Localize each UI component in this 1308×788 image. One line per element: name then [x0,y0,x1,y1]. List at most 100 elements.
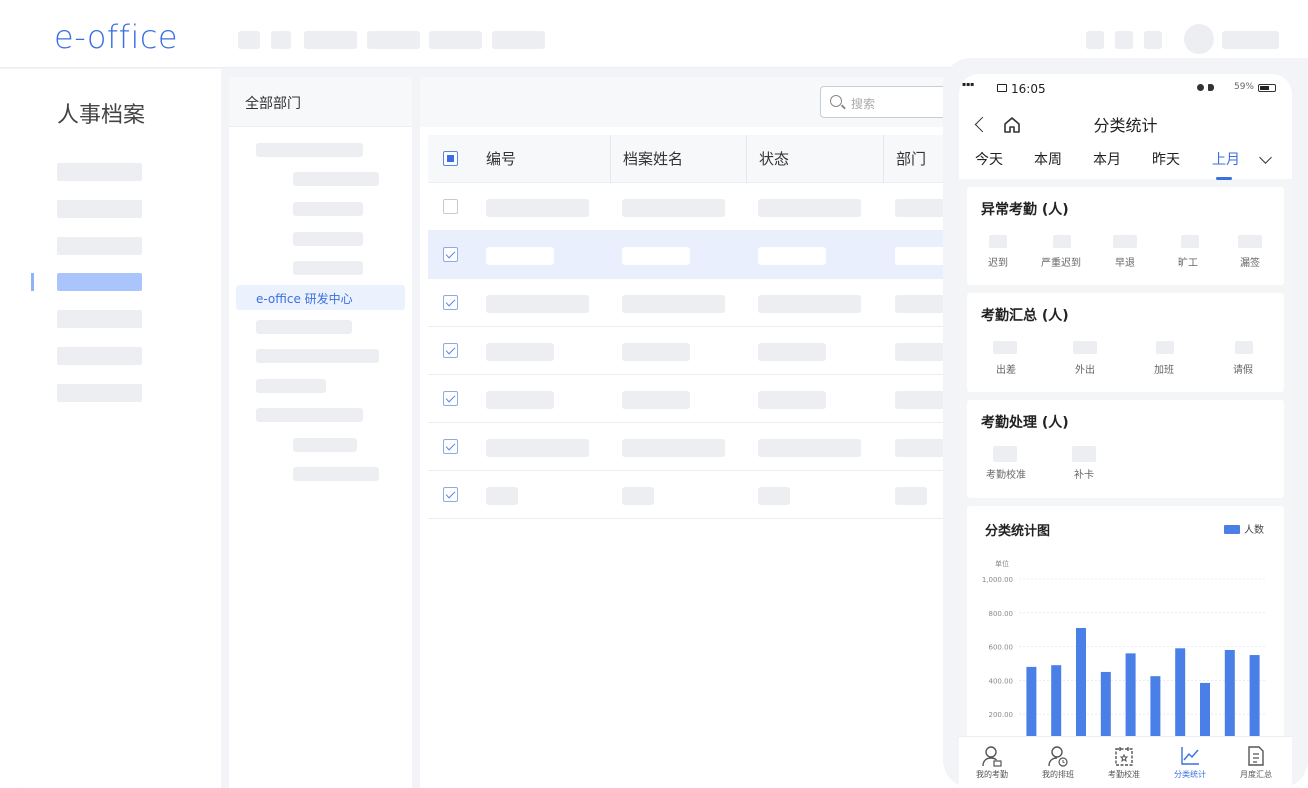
tree-node[interactable] [256,349,379,363]
tree-header: 全部部门 [229,77,412,127]
cell-placeholder [758,487,790,505]
sidebar-item[interactable] [57,200,142,218]
chart-bar [1051,665,1062,746]
header-icon-placeholder[interactable] [1115,31,1133,49]
stat-label[interactable]: 加班 [1134,361,1194,376]
y-tick-label: 600.00 [989,644,1014,652]
avatar[interactable] [1184,24,1214,54]
column-header-id[interactable]: 编号 [474,135,611,183]
stat-label[interactable]: 考勤校准 [976,466,1036,481]
sidebar-item[interactable] [57,163,142,181]
y-tick-label: 800.00 [989,610,1014,618]
tree-node[interactable] [293,438,357,452]
y-tick-label: 400.00 [989,677,1014,685]
chevron-down-icon[interactable] [1259,151,1272,164]
stat-label[interactable]: 漏签 [1220,254,1280,269]
category-bar-chart: 分类统计图 人数单位 200.00 400.00 600.00 800.00 1,000.0… [982,523,1267,746]
stat-label[interactable]: 请假 [1213,361,1273,376]
stat-label[interactable]: 旷工 [1158,254,1218,269]
tree-node[interactable] [256,379,326,393]
department-tree: 全部部门 e-office 研发中心 [229,77,412,788]
tree-node[interactable] [256,143,363,157]
stat-value [1181,235,1199,248]
tab-this-month[interactable]: 本月 [1093,149,1121,169]
header-icon-placeholder[interactable] [1144,31,1162,49]
card-category-chart: 分类统计图 人数 单位 200.00 400.00 600.00 800.00 1,000.0… [967,506,1284,746]
cell-placeholder [758,247,826,265]
row-checkbox[interactable] [443,247,458,262]
sidebar-item-active[interactable] [57,273,142,291]
stat-label[interactable]: 迟到 [968,254,1028,269]
tree-node[interactable] [256,320,352,334]
tree-header-label[interactable]: 全部部门 [245,93,301,113]
card-abnormal-attendance: 异常考勤 (人) 迟到 严重迟到 早退 旷工 漏签 [967,187,1284,285]
cell-placeholder [622,391,690,409]
tree-node[interactable] [293,232,363,246]
chart-bar [1100,671,1111,746]
stat-value [993,446,1017,462]
calendar-icon [1115,747,1133,766]
y-tick-label: 1,000.00 [982,576,1013,584]
column-header-name[interactable]: 档案姓名 [611,135,747,183]
row-checkbox[interactable] [443,199,458,214]
search-icon [830,95,842,107]
chart-bar [1224,649,1235,746]
legend-swatch [1224,525,1240,534]
card-title: 考勤汇总 (人) [981,308,1069,324]
row-checkbox[interactable] [443,295,458,310]
battery-icon [1258,84,1276,92]
active-tab-indicator [1216,177,1232,180]
mobile-screen: ▪▪▪ 16:05 59% 分类统计 今天 本周 本月 昨天 上月 异常考勤 (… [959,74,1292,788]
mobile-nav-header: 分类统计 今天 本周 本月 昨天 上月 [959,104,1292,180]
chart-bar [1249,655,1260,746]
row-checkbox[interactable] [443,439,458,454]
tab-this-week[interactable]: 本周 [1034,149,1062,169]
tabbar-label: 分类统计 [1174,770,1206,779]
tree-node[interactable] [293,467,379,481]
y-tick-label: 200.00 [989,711,1014,719]
stat-value [1073,341,1097,354]
row-checkbox[interactable] [443,487,458,502]
tab-last-month[interactable]: 上月 [1212,149,1240,169]
chart-title: 分类统计图 [985,523,1050,539]
mobile-device: ▪▪▪ 16:05 59% 分类统计 今天 本周 本月 昨天 上月 异常考勤 (… [943,58,1308,788]
tree-node[interactable] [293,261,363,275]
tab-today[interactable]: 今天 [975,149,1003,169]
stat-label[interactable]: 外出 [1055,361,1115,376]
tree-node[interactable] [293,202,363,216]
column-header-status[interactable]: 状态 [747,135,884,183]
module-title: 人事档案 [57,103,146,128]
app-logo[interactable]: e-office [54,18,178,56]
tree-node[interactable] [256,408,363,422]
stat-value [1053,235,1071,248]
stat-label[interactable]: 早退 [1095,254,1155,269]
sidebar-item[interactable] [57,310,142,328]
active-indicator [31,273,34,291]
stat-label[interactable]: 补卡 [1054,466,1114,481]
signal-icon: ▪▪▪ [962,81,975,88]
cell-placeholder [486,247,554,265]
battery-percent: 59% [1233,82,1254,92]
status-time: 16:05 [1011,82,1046,96]
stat-label[interactable]: 严重迟到 [1031,254,1091,269]
sidebar-item[interactable] [57,384,142,402]
sidebar-item[interactable] [57,237,142,255]
header-icon-placeholder[interactable] [1086,31,1104,49]
tree-node-selected[interactable]: e-office 研发中心 [236,285,405,310]
status-bar: ▪▪▪ 16:05 59% [959,74,1292,104]
row-checkbox[interactable] [443,391,458,406]
row-checkbox[interactable] [443,343,458,358]
search-placeholder: 搜索 [851,97,876,111]
tab-yesterday[interactable]: 昨天 [1152,149,1180,169]
cell-placeholder [622,199,725,217]
cell-placeholder [486,487,518,505]
cell-placeholder [758,295,861,313]
document-icon [1248,746,1264,766]
tree-node[interactable] [293,172,379,186]
header-placeholder [304,31,357,49]
stat-label[interactable]: 出差 [976,361,1036,376]
select-all-checkbox[interactable] [443,151,458,166]
username-placeholder[interactable] [1222,31,1279,49]
sidebar-item[interactable] [57,347,142,365]
cell-placeholder [486,295,589,313]
